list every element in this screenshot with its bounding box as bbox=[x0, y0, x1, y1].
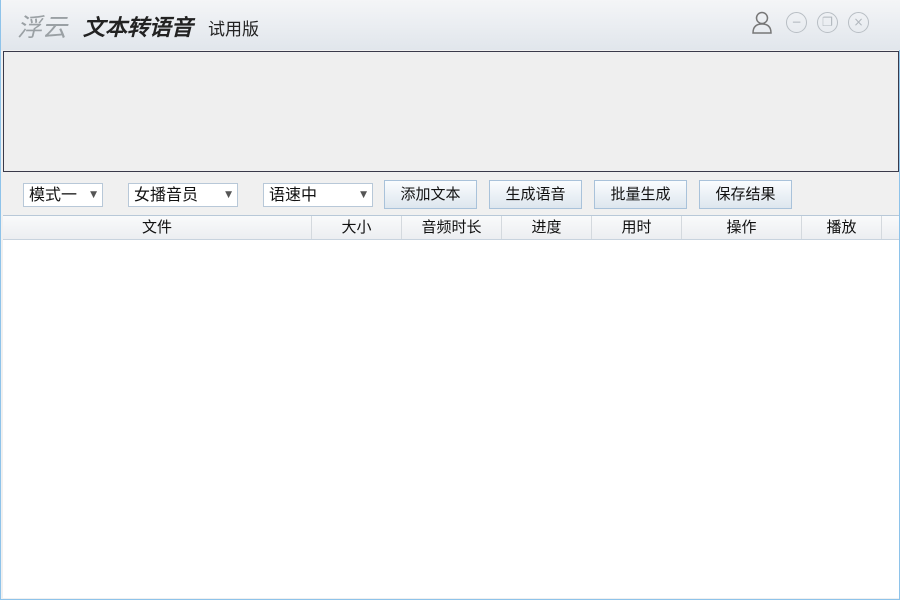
column-time-used[interactable]: 用时 bbox=[592, 216, 682, 239]
speed-value: 语速中 bbox=[269, 185, 318, 204]
column-progress[interactable]: 进度 bbox=[502, 216, 592, 239]
voice-value: 女播音员 bbox=[134, 185, 199, 204]
restore-icon[interactable]: ❐ bbox=[817, 12, 838, 33]
title-bar: 浮云 文本转语音 试用版 − ❐ × bbox=[1, 0, 900, 50]
chevron-down-icon: ▼ bbox=[360, 190, 367, 200]
file-table[interactable]: 文件 大小 音频时长 进度 用时 操作 播放 bbox=[3, 215, 899, 598]
mode-value: 模式一 bbox=[29, 185, 78, 204]
save-results-button[interactable]: 保存结果 bbox=[699, 180, 792, 209]
voice-select[interactable]: 女播音员 ▼ bbox=[128, 183, 238, 207]
mode-select[interactable]: 模式一 ▼ bbox=[23, 183, 103, 207]
app-title: 文本转语音 bbox=[83, 16, 194, 41]
text-input-area[interactable] bbox=[3, 51, 899, 172]
column-file[interactable]: 文件 bbox=[3, 216, 312, 239]
edition-label: 试用版 bbox=[208, 20, 259, 40]
column-size[interactable]: 大小 bbox=[312, 216, 402, 239]
chevron-down-icon: ▼ bbox=[90, 190, 97, 200]
logo: 浮云 bbox=[17, 13, 68, 42]
user-icon[interactable] bbox=[751, 10, 773, 34]
add-text-button[interactable]: 添加文本 bbox=[384, 180, 477, 209]
batch-generate-button[interactable]: 批量生成 bbox=[594, 180, 687, 209]
column-action[interactable]: 操作 bbox=[682, 216, 802, 239]
minimize-icon[interactable]: − bbox=[786, 12, 807, 33]
app-window: 浮云 文本转语音 试用版 − ❐ × 模式一 ▼ 女播音员 ▼ 语速中 ▼ 添加文本 … bbox=[0, 0, 900, 600]
close-icon[interactable]: × bbox=[848, 12, 869, 33]
table-header: 文件 大小 音频时长 进度 用时 操作 播放 bbox=[3, 216, 899, 240]
column-duration[interactable]: 音频时长 bbox=[402, 216, 502, 239]
generate-speech-button[interactable]: 生成语音 bbox=[489, 180, 582, 209]
column-play[interactable]: 播放 bbox=[802, 216, 882, 239]
speed-select[interactable]: 语速中 ▼ bbox=[263, 183, 373, 207]
chevron-down-icon: ▼ bbox=[225, 190, 232, 200]
